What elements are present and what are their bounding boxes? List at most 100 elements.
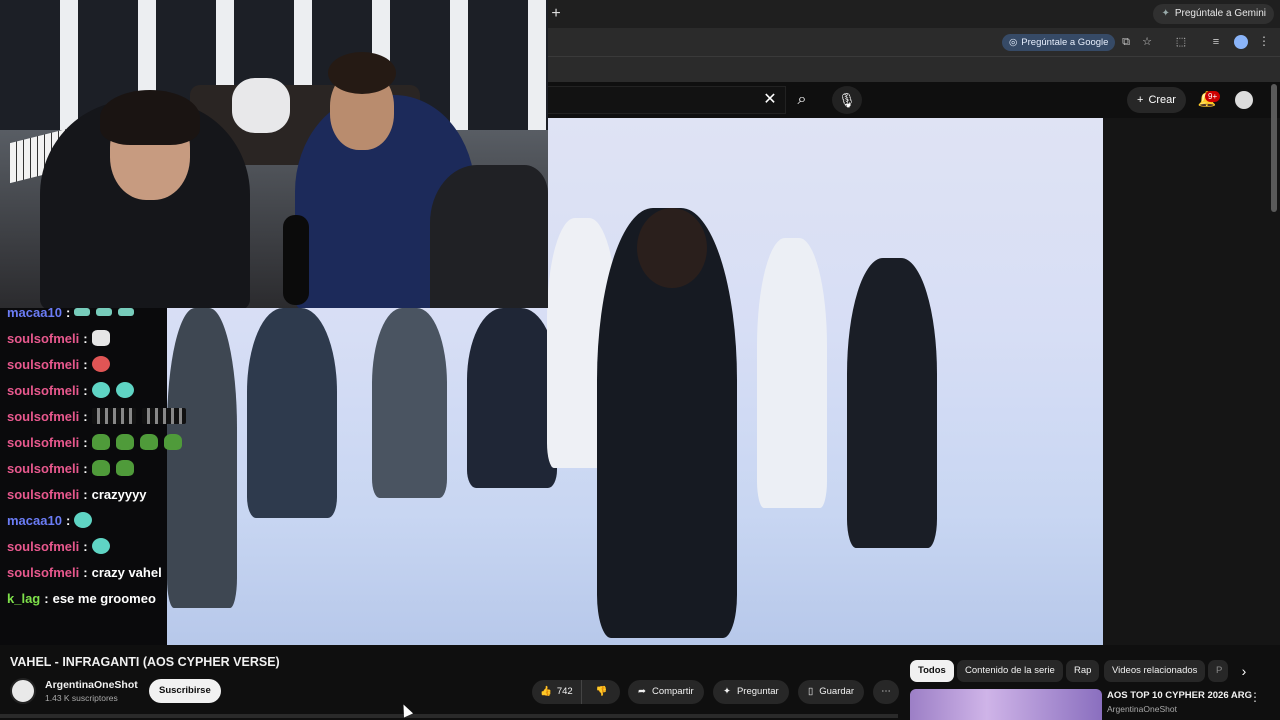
recommended-video-channel: ArgentinaOneShot: [1107, 704, 1177, 714]
webcam-microphone: [283, 215, 309, 305]
clear-search-icon[interactable]: ✕: [759, 89, 781, 111]
dislike-button[interactable]: 👎: [588, 680, 616, 704]
streamer-webcam-overlay: [0, 0, 548, 308]
share-button[interactable]: ➦ Compartir: [628, 680, 704, 704]
notification-count-badge: 9+: [1205, 91, 1221, 102]
video-frame-figure: [847, 258, 937, 548]
channel-avatar[interactable]: [10, 678, 36, 704]
share-arrow-icon: ➦: [638, 686, 646, 697]
search-icon[interactable]: ⌕: [791, 89, 813, 111]
chat-message: macaa10:: [7, 510, 98, 530]
voice-search-mic-icon[interactable]: 🎙: [832, 86, 862, 114]
thumbs-up-icon: 👍: [540, 686, 552, 697]
chat-separator: :: [65, 512, 71, 528]
video-frame-figure: [757, 238, 827, 508]
chat-message: soulsofmeli:: [7, 380, 140, 400]
like-button[interactable]: 👍 742: [532, 680, 582, 704]
chip-all[interactable]: Todos: [910, 660, 954, 682]
video-frame-figure: [167, 308, 237, 608]
chip-truncated[interactable]: P: [1208, 660, 1228, 682]
chat-username: soulsofmeli: [7, 564, 80, 580]
chat-emote-icon: [91, 330, 110, 346]
chat-message: soulsofmeli:: [7, 536, 116, 556]
video-title: VAHEL - INFRAGANTI (AOS CYPHER VERSE): [10, 655, 280, 669]
extensions-icon[interactable]: ⬚: [1174, 35, 1188, 49]
like-count: 742: [556, 686, 573, 697]
browser-profile-avatar[interactable]: [1234, 35, 1248, 49]
account-avatar[interactable]: [1233, 89, 1255, 111]
chip-related-videos[interactable]: Videos relacionados: [1104, 660, 1206, 682]
ask-button[interactable]: ✦ Preguntar: [713, 680, 789, 704]
chevron-right-icon[interactable]: ›: [1234, 661, 1254, 681]
chip-rap[interactable]: Rap: [1066, 660, 1100, 682]
chat-message: soulsofmeli:: [7, 432, 188, 452]
new-tab-button[interactable]: +: [549, 4, 563, 24]
chat-message: soulsofmeli:: [7, 406, 192, 426]
save-label: Guardar: [819, 686, 855, 697]
chat-message-text: crazy vahel: [91, 564, 162, 580]
subscribe-button[interactable]: Suscribirse: [149, 679, 221, 703]
video-frame-rapper-head: [637, 208, 707, 288]
webcam-side-person: [430, 165, 548, 308]
bookmarks-bar: [548, 56, 1280, 82]
gemini-spark-icon: ✦: [1161, 8, 1170, 19]
chat-message-text: ese me groomeo: [52, 590, 156, 606]
chat-username: macaa10: [7, 512, 62, 528]
media-controls-icon[interactable]: ≡: [1209, 35, 1223, 49]
ask-label: Preguntar: [736, 686, 779, 697]
recommended-video-thumbnail[interactable]: [910, 689, 1102, 720]
chat-emote-icon: [91, 434, 110, 450]
recommended-video-title[interactable]: AOS TOP 10 CYPHER 2026 ARG: [1107, 690, 1252, 701]
recommended-video-menu-icon[interactable]: ⋮: [1249, 690, 1261, 704]
chat-emote-icon: [91, 460, 110, 476]
webcam-guest-hair: [328, 52, 396, 94]
chat-emote-icon: [91, 408, 136, 424]
video-frame-figure: [247, 308, 337, 518]
screen: + ✦ Pregúntale a Gemini ◎ Pregúntale a G…: [0, 0, 1280, 720]
chat-emote-icon: [118, 308, 135, 316]
chat-username: soulsofmeli: [7, 486, 80, 502]
chat-message: k_lag: ese me groomeo: [7, 588, 156, 608]
page-scrollbar[interactable]: [1271, 84, 1277, 212]
browser-menu-icon[interactable]: ⋮: [1258, 34, 1270, 48]
install-app-icon[interactable]: ⧉: [1119, 35, 1133, 49]
chat-emote-icon: [96, 308, 113, 316]
plus-icon: +: [1137, 94, 1144, 106]
more-horizontal-icon: ⋯: [881, 686, 891, 697]
chat-message: soulsofmeli: crazyyyy: [7, 484, 147, 504]
chat-message: soulsofmeli: crazy vahel: [7, 562, 162, 582]
ask-gemini-button[interactable]: ✦ Pregúntale a Gemini: [1153, 4, 1274, 24]
bookmark-star-icon[interactable]: ☆: [1140, 35, 1154, 49]
create-button[interactable]: + Crear: [1127, 87, 1186, 113]
create-label: Crear: [1148, 94, 1176, 106]
save-button[interactable]: ▯ Guardar: [798, 680, 865, 704]
more-actions-button[interactable]: ⋯: [873, 680, 899, 704]
chat-emote-icon: [91, 538, 110, 554]
secondary-column: [1103, 118, 1280, 645]
chat-separator: :: [83, 408, 88, 424]
chat-separator: :: [83, 486, 88, 502]
chat-emote-icon: [115, 460, 134, 476]
chat-username: soulsofmeli: [7, 460, 80, 476]
chat-username: k_lag: [7, 590, 41, 606]
chat-separator: :: [83, 356, 88, 372]
address-bar[interactable]: [548, 28, 1280, 56]
chat-emote-icon: [139, 434, 158, 450]
chat-emote-icon: [91, 356, 110, 372]
chat-emote-icon: [141, 408, 186, 424]
ask-google-button[interactable]: ◎ Pregúntale a Google: [1002, 34, 1116, 51]
chat-username: soulsofmeli: [7, 408, 80, 424]
chat-separator: :: [83, 460, 88, 476]
chat-separator: :: [83, 382, 88, 398]
chip-series-content[interactable]: Contenido de la serie: [957, 660, 1063, 682]
chat-username: soulsofmeli: [7, 330, 80, 346]
horizontal-scrollbar[interactable]: [0, 714, 898, 718]
chat-separator: :: [83, 434, 88, 450]
channel-name[interactable]: ArgentinaOneShot: [45, 679, 138, 691]
chat-emote-icon: [74, 308, 91, 316]
ask-google-label: Pregúntale a Google: [1021, 37, 1109, 48]
search-input[interactable]: [548, 86, 786, 114]
webcam-background-person: [232, 78, 290, 133]
thumbs-down-icon: 👎: [595, 686, 608, 697]
webcam-streamer-hair: [100, 90, 200, 145]
